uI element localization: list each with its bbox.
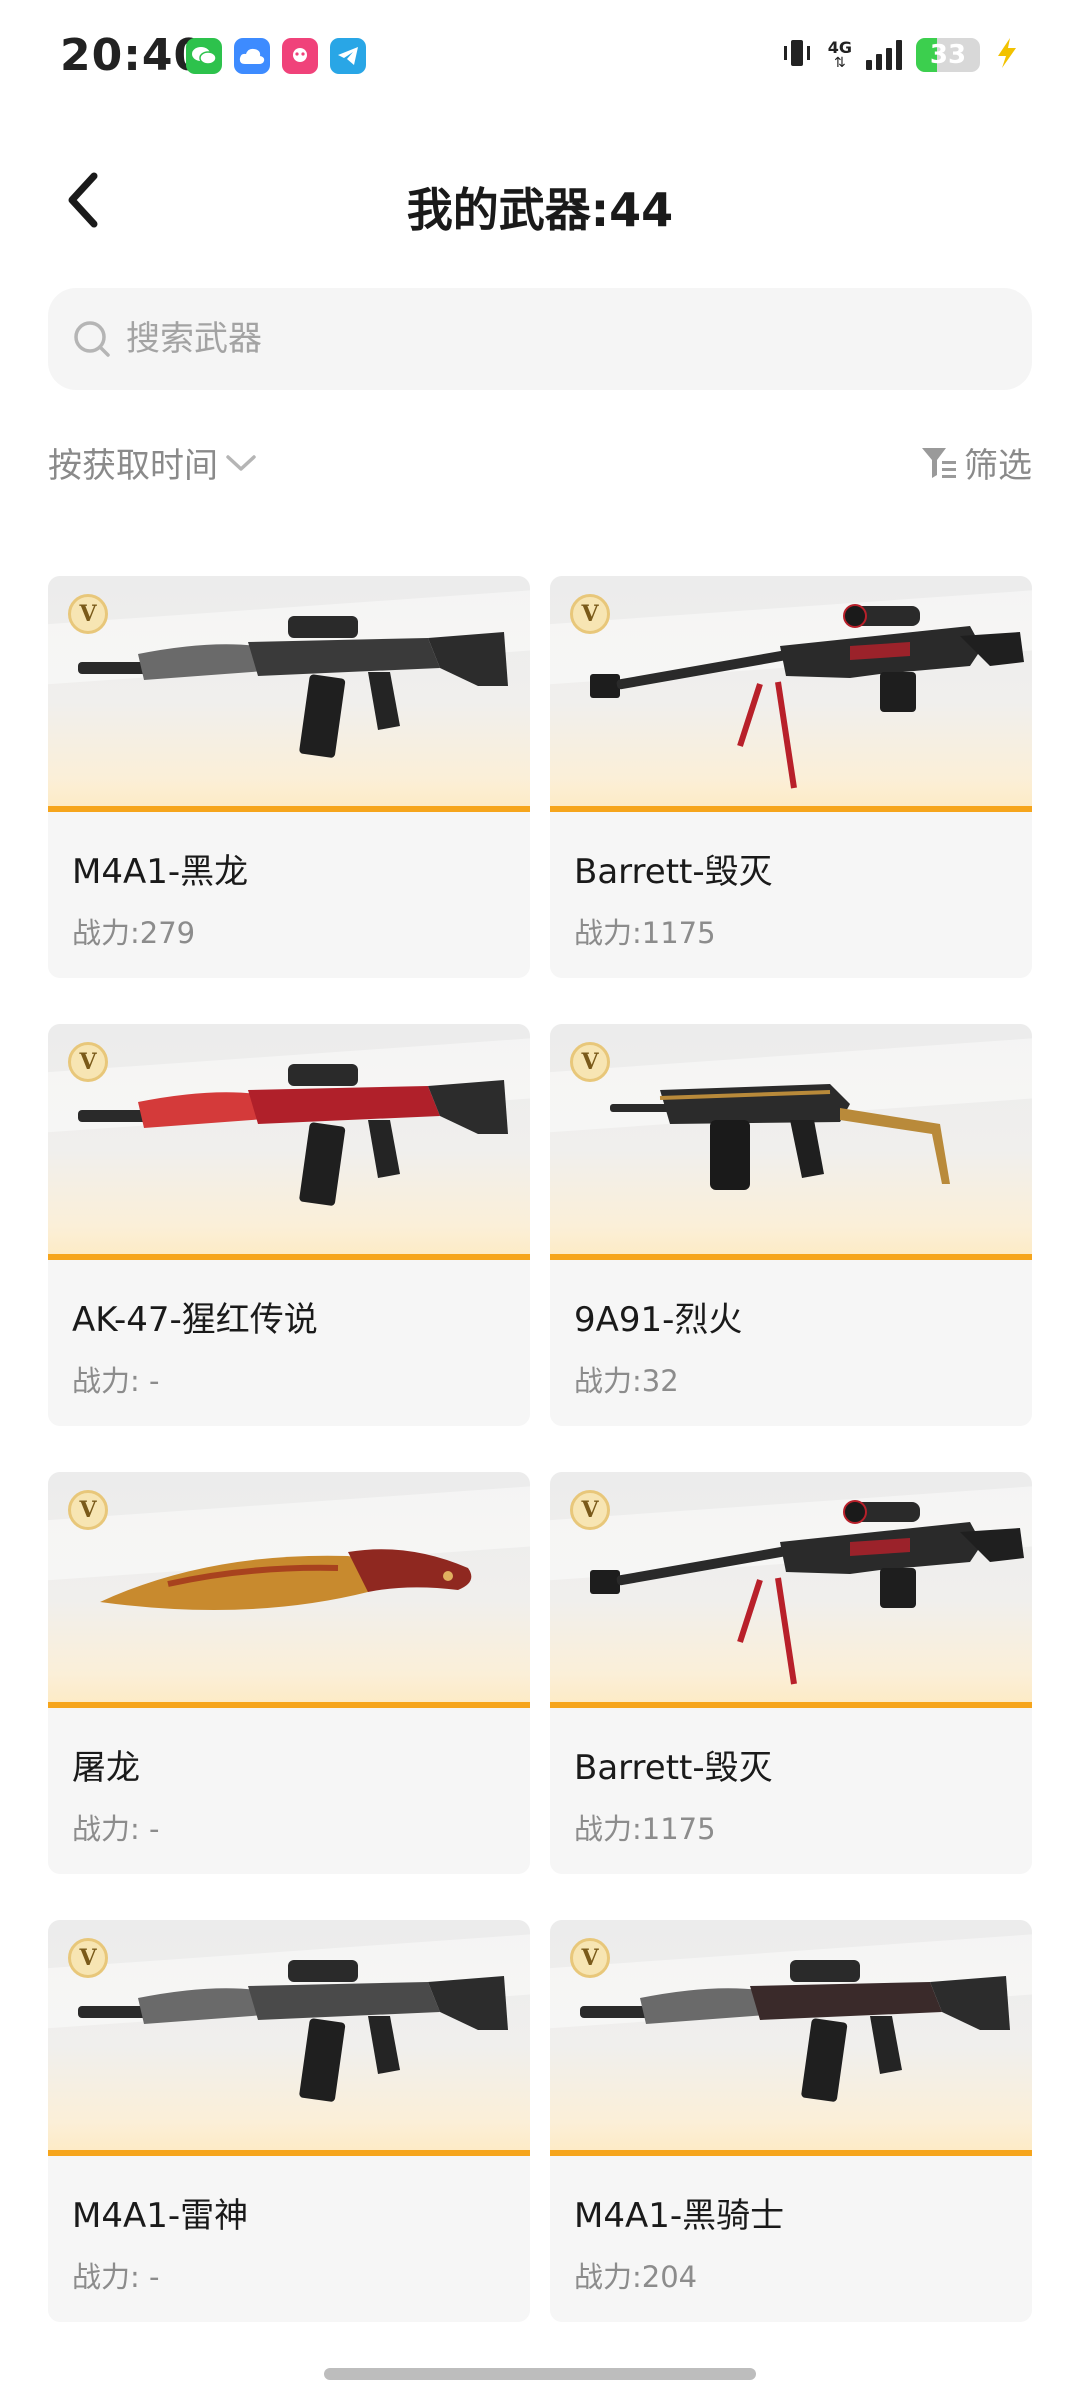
vip-badge-icon: V (570, 1042, 610, 1082)
weapon-card[interactable]: V Barrett-毁灭 战力:1175 (550, 576, 1032, 978)
search-bar[interactable] (48, 288, 1032, 390)
status-indicators: 4G ⇅ 33 (780, 36, 1020, 74)
sniper-rifle-icon (590, 1500, 1024, 1685)
weapon-card[interactable]: V 9A91-烈火 战力:32 (550, 1024, 1032, 1426)
weapon-image: V (48, 1024, 530, 1260)
network-type: 4G (827, 38, 852, 57)
vip-badge-icon: V (570, 1938, 610, 1978)
status-app-icons (186, 38, 366, 74)
filter-label: 筛选 (964, 446, 1032, 486)
search-icon (74, 321, 110, 357)
vip-badge-icon: V (570, 1490, 610, 1530)
game-app-icon (282, 38, 318, 74)
weapon-power: 战力:1175 (574, 916, 716, 950)
rifle-icon (78, 616, 508, 758)
battery-level: 33 (929, 40, 967, 70)
vip-badge-icon: V (68, 1938, 108, 1978)
weapon-card[interactable]: V M4A1-雷神 战力: - (48, 1920, 530, 2322)
battery-indicator: 33 (916, 38, 980, 72)
weapon-name: AK-47-猩红传说 (72, 1300, 318, 1340)
weapon-name: M4A1-雷神 (72, 2196, 249, 2236)
chevron-down-icon (226, 454, 256, 471)
weapon-card[interactable]: V M4A1-黑龙 战力:279 (48, 576, 530, 978)
status-time: 20:40 (60, 30, 206, 81)
vip-badge-icon: V (68, 1042, 108, 1082)
sort-label: 按获取时间 (48, 446, 218, 486)
weapon-card[interactable]: V AK-47-猩红传说 战力: - (48, 1024, 530, 1426)
weapon-image: V (550, 1472, 1032, 1708)
weapon-image: V (550, 1920, 1032, 2156)
rifle-icon (78, 1064, 508, 1206)
weapon-name: Barrett-毁灭 (574, 1748, 773, 1788)
vibrate-icon (780, 36, 814, 74)
vip-badge-icon: V (570, 594, 610, 634)
weapon-power: 战力:204 (574, 2260, 698, 2294)
data-arrows-icon: ⇅ (834, 55, 846, 71)
weapon-image: V (48, 1920, 530, 2156)
telegram-icon (330, 38, 366, 74)
weapon-power: 战力:1175 (574, 1812, 716, 1846)
weapon-name: 屠龙 (72, 1748, 140, 1788)
rifle-icon (78, 1960, 508, 2102)
weapon-image: V (48, 576, 530, 812)
weapon-power: 战力: - (72, 2260, 160, 2294)
filter-icon (922, 447, 956, 478)
weapon-name: M4A1-黑骑士 (574, 2196, 785, 2236)
network-indicator: 4G ⇅ (827, 38, 852, 71)
search-input[interactable] (126, 319, 986, 359)
weapon-card[interactable]: V 屠龙 战力: - (48, 1472, 530, 1874)
cloud-drive-icon (234, 38, 270, 74)
weapon-name: 9A91-烈火 (574, 1300, 743, 1340)
weapon-card[interactable]: V M4A1-黑骑士 战力:204 (550, 1920, 1032, 2322)
weapon-power: 战力:279 (72, 916, 196, 950)
signal-icon (866, 40, 902, 70)
rifle-icon (580, 1960, 1010, 2102)
weapon-power: 战力: - (72, 1812, 160, 1846)
weapon-image: V (48, 1472, 530, 1708)
weapon-name: Barrett-毁灭 (574, 852, 773, 892)
weapon-power: 战力: - (72, 1364, 160, 1398)
wechat-icon (186, 38, 222, 74)
smg-icon (610, 1084, 950, 1190)
filter-button[interactable]: 筛选 (920, 438, 1032, 487)
weapon-power: 战力:32 (574, 1364, 679, 1398)
status-bar: 20:40 4G ⇅ 33 (0, 0, 1080, 120)
weapon-image: V (550, 1024, 1032, 1260)
vip-badge-icon: V (68, 594, 108, 634)
sort-dropdown[interactable]: 按获取时间 (48, 438, 258, 487)
page-title: 我的武器:44 (406, 183, 674, 237)
charging-icon (994, 36, 1020, 74)
weapon-image: V (550, 576, 1032, 812)
weapon-name: M4A1-黑龙 (72, 852, 249, 892)
knife-icon (100, 1549, 472, 1610)
sniper-rifle-icon (590, 604, 1024, 789)
home-indicator[interactable] (324, 2368, 756, 2380)
vip-badge-icon: V (68, 1490, 108, 1530)
weapon-grid: V M4A1-黑龙 战力:279 V Barrett-毁灭 战力:1175 V … (48, 576, 1032, 2322)
weapon-card[interactable]: V Barrett-毁灭 战力:1175 (550, 1472, 1032, 1874)
